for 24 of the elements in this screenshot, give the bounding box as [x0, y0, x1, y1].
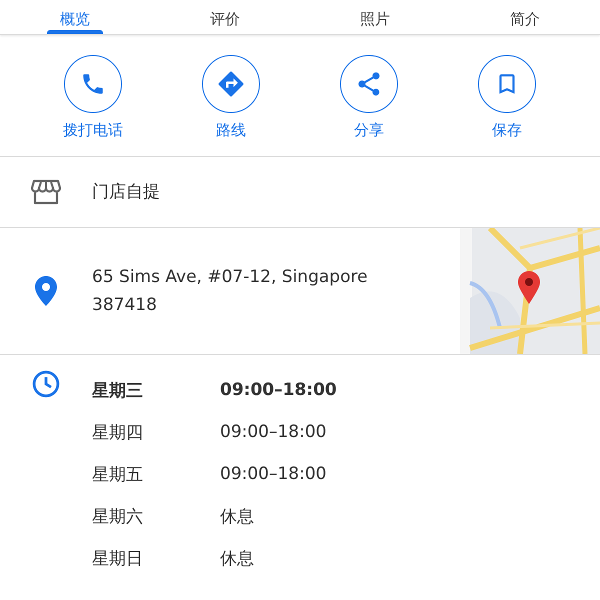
clock-icon — [31, 369, 61, 399]
hours-text: 09:00–18:00 — [220, 422, 326, 442]
action-button[interactable]: 保存 — [452, 55, 562, 140]
hours-text: 休息 — [220, 548, 254, 570]
address-text: 65 Sims Ave, #07-12, Singapore 387418 — [92, 267, 368, 315]
action-button[interactable]: 路线 — [176, 55, 286, 140]
day-label: 星期日 — [92, 548, 144, 570]
tab[interactable]: 概览 — [0, 0, 150, 34]
directions-icon — [216, 69, 246, 99]
tab[interactable]: 简介 — [450, 0, 600, 34]
storefront-icon — [31, 179, 61, 205]
hours-text: 休息 — [220, 506, 254, 528]
day-label: 星期五 — [92, 464, 144, 486]
day-label: 星期四 — [92, 422, 144, 444]
location-pin-icon — [35, 276, 57, 306]
tab[interactable]: 照片 — [300, 0, 450, 34]
pickup-label: 门店自提 — [92, 181, 160, 204]
tab[interactable]: 评价 — [150, 0, 300, 34]
day-label: 星期六 — [92, 506, 144, 528]
action-button[interactable]: 分享 — [314, 55, 424, 140]
hours-text: 09:00–18:00 — [220, 380, 337, 400]
action-button[interactable]: 拨打电话 — [38, 55, 148, 140]
hours-text: 09:00–18:00 — [220, 464, 326, 484]
day-label: 星期三 — [92, 380, 144, 402]
